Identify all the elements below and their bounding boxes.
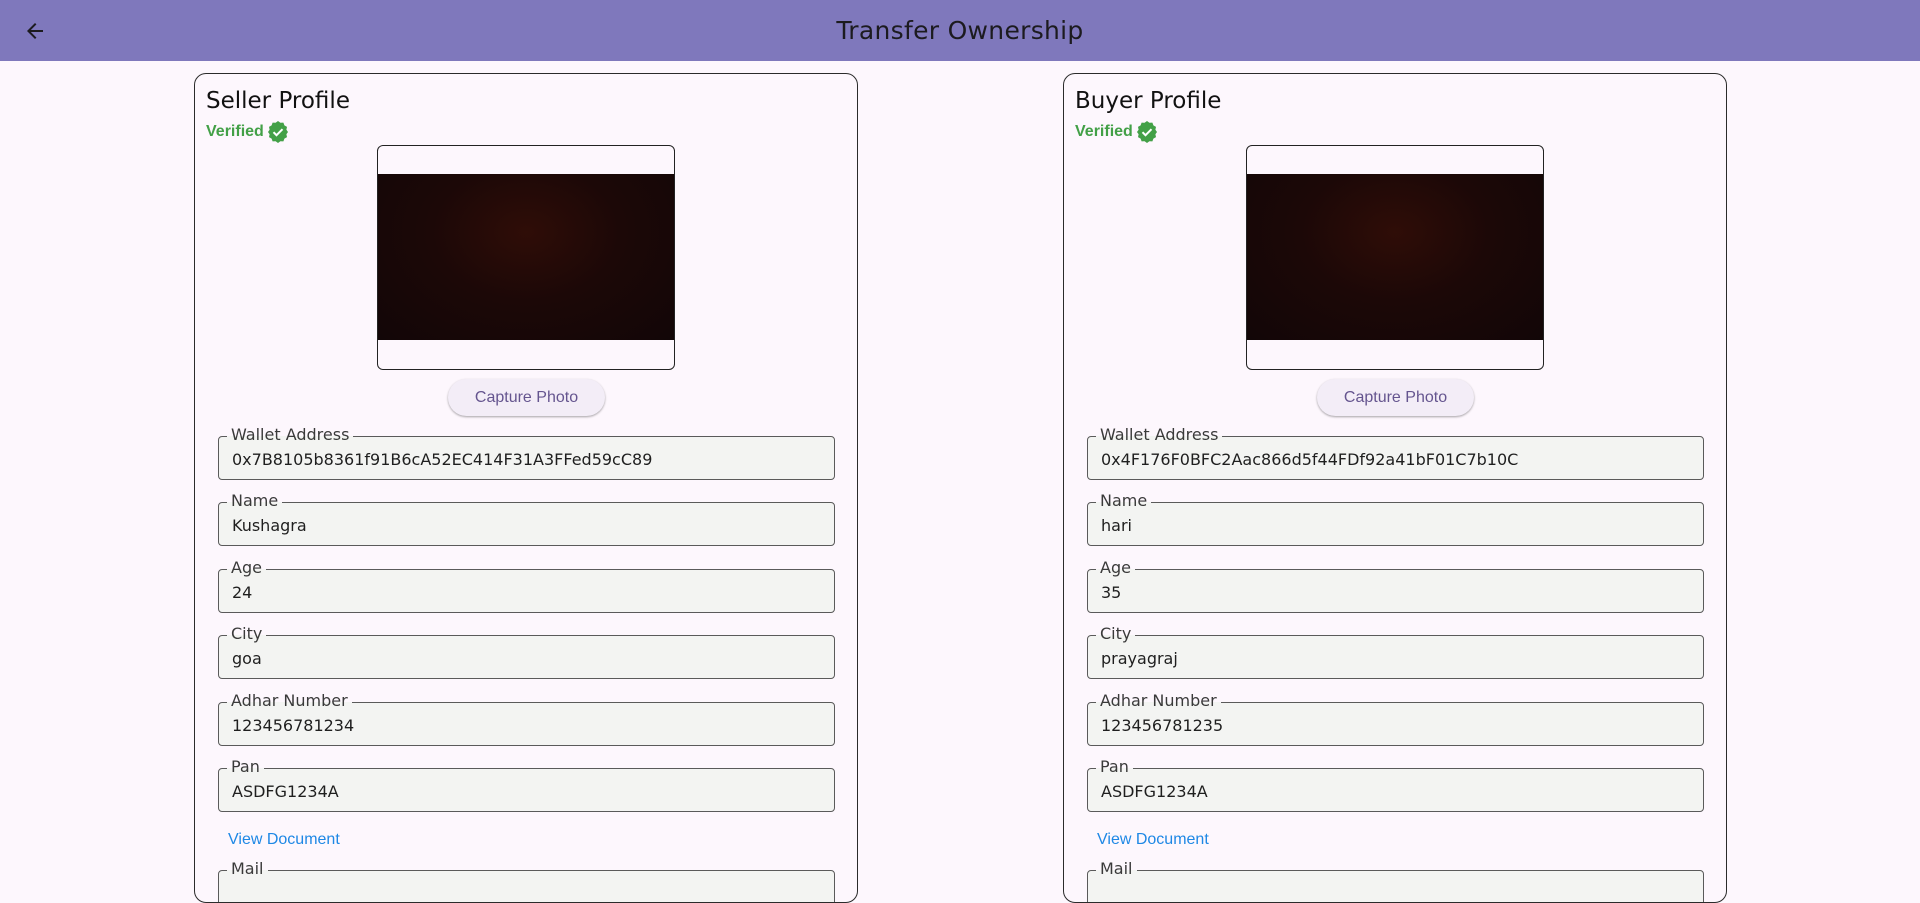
back-button[interactable] bbox=[18, 14, 52, 48]
seller-profile-card: Seller Profile Verified Capture Photo Wa… bbox=[194, 73, 858, 903]
field-label: Age bbox=[227, 559, 266, 577]
buyer-profile-card: Buyer Profile Verified Capture Photo Wal… bbox=[1063, 73, 1727, 903]
buyer-pan-field[interactable]: Pan ASDFG1234A bbox=[1087, 758, 1704, 812]
buyer-adhar-field[interactable]: Adhar Number 123456781235 bbox=[1087, 692, 1704, 746]
verified-check-icon bbox=[1136, 121, 1157, 143]
seller-camera-preview bbox=[377, 145, 675, 370]
buyer-name-field[interactable]: Name hari bbox=[1087, 492, 1704, 546]
field-label: Adhar Number bbox=[227, 692, 352, 710]
field-value: goa bbox=[232, 649, 262, 668]
buyer-heading: Buyer Profile bbox=[1075, 88, 1222, 114]
field-label: City bbox=[1096, 625, 1136, 643]
seller-name-field[interactable]: Name Kushagra bbox=[218, 492, 835, 546]
seller-verified-badge: Verified bbox=[206, 119, 290, 145]
field-label: Name bbox=[1096, 492, 1152, 510]
buyer-verified-badge: Verified bbox=[1075, 119, 1159, 145]
field-label: Wallet Address bbox=[227, 426, 354, 444]
field-label: Wallet Address bbox=[1096, 426, 1223, 444]
seller-capture-photo-button[interactable]: Capture Photo bbox=[448, 379, 605, 416]
page-title: Transfer Ownership bbox=[836, 16, 1084, 45]
field-value: 123456781234 bbox=[232, 716, 355, 735]
field-label: City bbox=[227, 625, 267, 643]
seller-city-field[interactable]: City goa bbox=[218, 625, 835, 679]
seller-mail-field[interactable]: Mail bbox=[218, 860, 835, 902]
field-value: 24 bbox=[232, 583, 253, 602]
seller-age-field[interactable]: Age 24 bbox=[218, 559, 835, 613]
field-value: 35 bbox=[1101, 583, 1122, 602]
field-label: Mail bbox=[227, 860, 268, 878]
seller-verified-label: Verified bbox=[206, 123, 264, 140]
buyer-mail-field[interactable]: Mail bbox=[1087, 860, 1704, 902]
field-label: Pan bbox=[1096, 758, 1133, 776]
verified-check-icon bbox=[267, 121, 288, 143]
buyer-wallet-field[interactable]: Wallet Address 0x4F176F0BFC2Aac866d5f44F… bbox=[1087, 426, 1704, 480]
field-value: ASDFG1234A bbox=[1101, 782, 1208, 801]
seller-adhar-field[interactable]: Adhar Number 123456781234 bbox=[218, 692, 835, 746]
seller-heading: Seller Profile bbox=[206, 88, 350, 114]
field-value: ASDFG1234A bbox=[232, 782, 339, 801]
field-value: 0x4F176F0BFC2Aac866d5f44FDf92a41bF01C7b1… bbox=[1101, 450, 1519, 469]
buyer-capture-photo-button[interactable]: Capture Photo bbox=[1317, 379, 1474, 416]
seller-pan-field[interactable]: Pan ASDFG1234A bbox=[218, 758, 835, 812]
buyer-verified-label: Verified bbox=[1075, 123, 1133, 140]
field-label: Age bbox=[1096, 559, 1135, 577]
app-bar: Transfer Ownership bbox=[0, 0, 1920, 61]
buyer-age-field[interactable]: Age 35 bbox=[1087, 559, 1704, 613]
field-value: 0x7B8105b8361f91B6cA52EC414F31A3FFed59cC… bbox=[232, 450, 653, 469]
buyer-view-document-link[interactable]: View Document bbox=[1097, 831, 1209, 849]
arrow-back-icon bbox=[27, 23, 43, 39]
buyer-camera-preview bbox=[1246, 145, 1544, 370]
field-label: Mail bbox=[1096, 860, 1137, 878]
field-label: Pan bbox=[227, 758, 264, 776]
field-value: prayagraj bbox=[1101, 649, 1178, 668]
field-label: Adhar Number bbox=[1096, 692, 1221, 710]
field-value: 123456781235 bbox=[1101, 716, 1224, 735]
seller-camera-feed bbox=[378, 174, 674, 340]
seller-wallet-field[interactable]: Wallet Address 0x7B8105b8361f91B6cA52EC4… bbox=[218, 426, 835, 480]
buyer-camera-feed bbox=[1247, 174, 1543, 340]
seller-view-document-link[interactable]: View Document bbox=[228, 831, 340, 849]
field-value: hari bbox=[1101, 516, 1132, 535]
field-label: Name bbox=[227, 492, 283, 510]
buyer-city-field[interactable]: City prayagraj bbox=[1087, 625, 1704, 679]
field-value: Kushagra bbox=[232, 516, 307, 535]
